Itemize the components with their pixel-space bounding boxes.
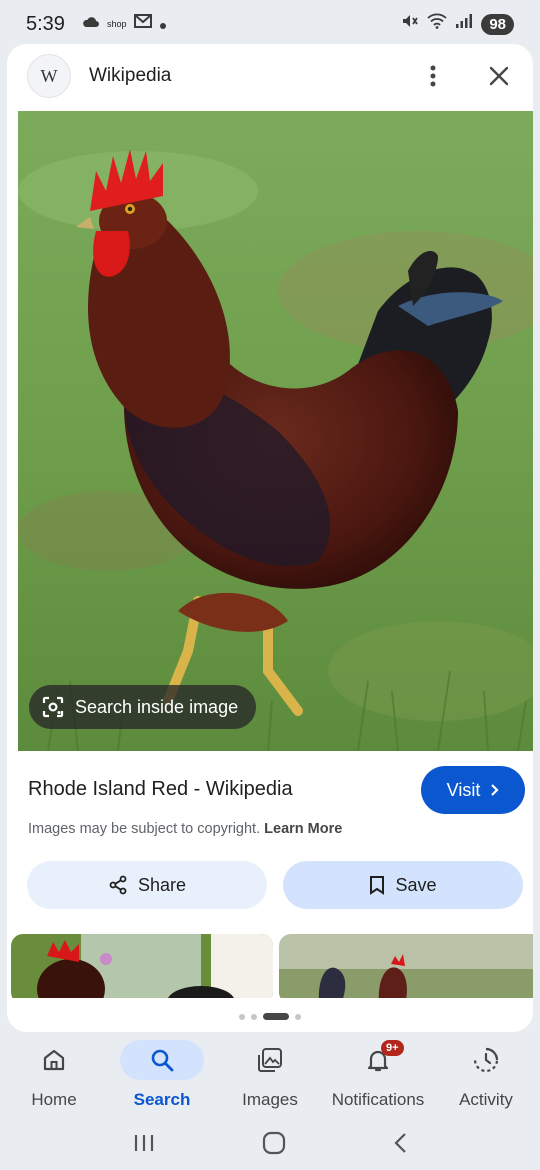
search-inside-label: Search inside image [75,696,239,717]
back-button[interactable] [393,1132,407,1159]
recents-icon [135,1134,154,1151]
gmail-icon [133,13,153,35]
status-bar: 5:39 shop 98 [0,0,540,48]
nav-notifications-label: Notifications [331,1090,425,1109]
site-name[interactable]: Wikipedia [89,65,171,87]
lens-icon [42,696,64,718]
share-icon [109,875,127,895]
close-button[interactable] [485,62,513,90]
copyright-text: Images may be subject to copyright. [28,821,261,837]
image-preview-sheet: W Wikipedia Search inside image Rhode Is… [7,44,533,1032]
save-button[interactable]: Save [283,861,523,909]
cloud-icon [82,13,100,35]
nav-notifications[interactable]: 9+ Notifications [324,1034,432,1120]
share-label: Share [137,874,187,895]
activity-icon [473,1047,499,1073]
nav-home[interactable]: Home [0,1034,108,1120]
back-icon [394,1132,406,1153]
images-icon [258,1048,282,1072]
nav-search-label: Search [133,1090,191,1109]
more-vert-icon [430,65,436,87]
nav-images[interactable]: Images [216,1034,324,1120]
visit-label: Visit [446,779,481,800]
search-icon [151,1049,174,1072]
mute-icon [401,12,419,36]
copyright-notice: Images may be subject to copyright. Lear… [28,821,342,837]
search-inside-image-button[interactable]: Search inside image [29,685,257,729]
save-label: Save [395,874,437,895]
system-navigation-bar [0,1120,540,1170]
learn-more-link[interactable]: Learn More [264,821,342,837]
result-title[interactable]: Rhode Island Red - Wikipedia [28,778,293,801]
recents-button[interactable] [133,1133,155,1158]
action-row: Share Save [27,861,523,909]
related-images [11,934,533,998]
nav-search[interactable]: Search [108,1034,216,1120]
nav-activity[interactable]: Activity [432,1034,540,1120]
nav-activity-label: Activity [459,1090,513,1109]
nav-images-label: Images [242,1090,298,1109]
bottom-navigation: Home Search Images 9+ Notifications Acti… [0,1034,540,1120]
close-icon [489,66,509,86]
chevron-right-icon [491,784,499,796]
page-dot-active [263,1013,289,1020]
page-dot [251,1013,257,1020]
shop-indicator: shop [106,19,127,29]
page-indicator [7,1013,533,1020]
visit-button[interactable]: Visit [421,766,525,814]
result-image[interactable]: Search inside image [18,111,533,751]
wifi-icon [427,13,447,35]
nav-home-label: Home [31,1090,77,1109]
share-button[interactable]: Share [27,861,267,909]
logo-letter: W [40,65,58,86]
page-dot [295,1013,301,1020]
dot-icon [160,13,167,35]
bookmark-icon [370,876,385,895]
home-icon [43,1049,65,1071]
page-dot [239,1013,245,1020]
wikipedia-logo: W [27,54,71,98]
status-time: 5:39 [26,12,65,35]
rooster-photo [18,111,533,751]
related-image-thumbnail[interactable] [11,934,273,998]
signal-icon [455,13,473,35]
more-options-button[interactable] [419,62,447,90]
sheet-header: W Wikipedia [7,44,533,108]
home-circle-icon [262,1131,286,1154]
battery-indicator: 98 [481,13,514,35]
notification-badge: 9+ [381,1040,404,1056]
home-system-button[interactable] [262,1131,286,1160]
related-image-thumbnail[interactable] [279,934,533,998]
